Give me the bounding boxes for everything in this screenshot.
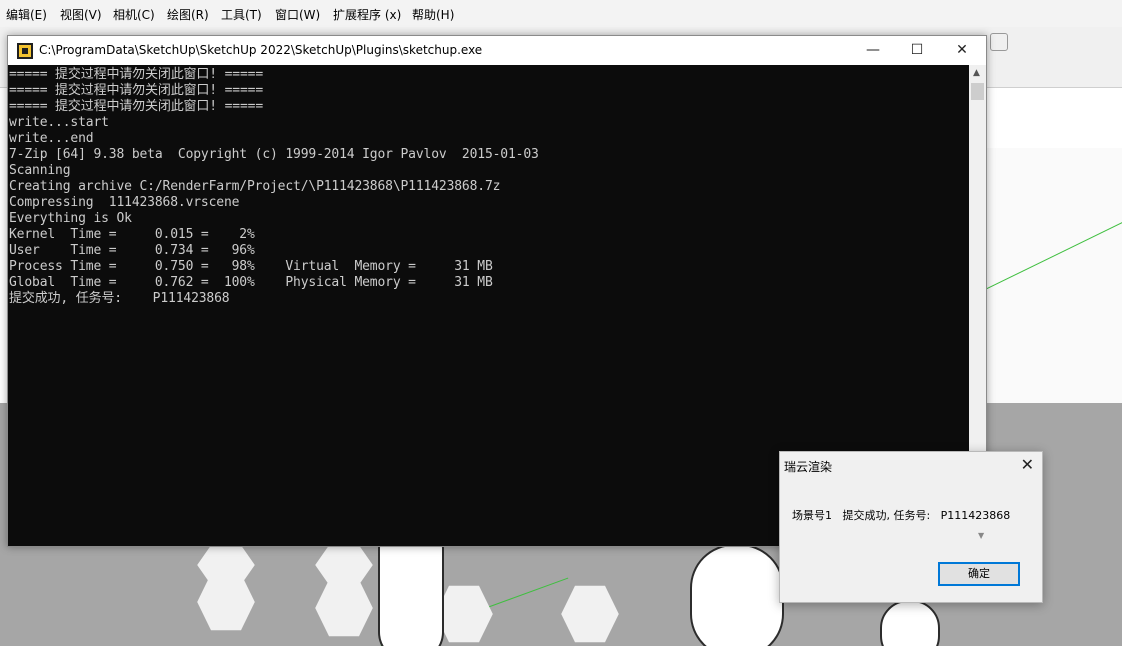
console-line: Scanning xyxy=(9,163,71,178)
menu-bar: 编辑(E) 视图(V) 相机(C) 绘图(R) 工具(T) 窗口(W) 扩展程序… xyxy=(0,0,1122,27)
menu-window[interactable]: 窗口(W) xyxy=(275,6,320,23)
console-titlebar[interactable]: C:\ProgramData\SketchUp\SketchUp 2022\Sk… xyxy=(8,36,986,65)
console-line: Creating archive C:/RenderFarm/Project/\… xyxy=(9,179,501,194)
console-line: Process Time = 0.750 = 98% Virtual Memor… xyxy=(9,259,493,274)
maximize-button[interactable]: ☐ xyxy=(894,36,940,65)
console-line: User Time = 0.734 = 96% xyxy=(9,243,255,258)
toolbar-icon[interactable] xyxy=(990,33,1008,51)
console-line: ===== 提交过程中请勿关闭此窗口! ===== xyxy=(9,83,263,98)
dialog-close-icon[interactable]: ✕ xyxy=(1021,455,1034,474)
menu-help[interactable]: 帮助(H) xyxy=(412,6,454,23)
scroll-up-icon[interactable]: ▲ xyxy=(973,68,980,78)
chevron-down-icon: ▼ xyxy=(978,531,985,540)
console-line: Compressing 111423868.vrscene xyxy=(9,195,240,210)
robot-figure xyxy=(690,544,784,646)
console-line: Everything is Ok xyxy=(9,211,132,226)
console-line: write...end xyxy=(9,131,94,146)
menu-tools[interactable]: 工具(T) xyxy=(221,6,262,23)
close-button[interactable]: ✕ xyxy=(939,36,985,65)
scrollbar-thumb[interactable] xyxy=(971,83,984,100)
menu-view[interactable]: 视图(V) xyxy=(60,6,102,23)
dialog-title: 瑞云渲染 xyxy=(784,460,833,474)
menu-camera[interactable]: 相机(C) xyxy=(113,6,155,23)
sketchup-app-icon xyxy=(17,43,33,59)
console-line: 7-Zip [64] 9.38 beta Copyright (c) 1999-… xyxy=(9,147,539,162)
ok-button[interactable]: 确定 xyxy=(938,562,1020,586)
render-dialog[interactable]: 瑞云渲染 ✕ 场景号1 提交成功, 任务号: P111423868 ▼ 确定 xyxy=(779,451,1043,603)
menu-edit[interactable]: 编辑(E) xyxy=(6,6,47,23)
console-line: Kernel Time = 0.015 = 2% xyxy=(9,227,255,242)
console-line: Global Time = 0.762 = 100% Physical Memo… xyxy=(9,275,493,290)
console-line: 提交成功, 任务号: P111423868 xyxy=(9,291,230,306)
minimize-button[interactable]: — xyxy=(850,36,896,65)
menu-draw[interactable]: 绘图(R) xyxy=(167,6,209,23)
model-wall xyxy=(985,148,1122,403)
console-line: ===== 提交过程中请勿关闭此窗口! ===== xyxy=(9,67,263,82)
dialog-message: 场景号1 提交成功, 任务号: P111423868 xyxy=(792,509,1011,522)
menu-extensions[interactable]: 扩展程序 (x) xyxy=(333,6,401,23)
robot-figure xyxy=(880,600,940,646)
console-line: ===== 提交过程中请勿关闭此窗口! ===== xyxy=(9,99,263,114)
console-title: C:\ProgramData\SketchUp\SketchUp 2022\Sk… xyxy=(39,43,483,57)
console-line: write...start xyxy=(9,115,109,130)
